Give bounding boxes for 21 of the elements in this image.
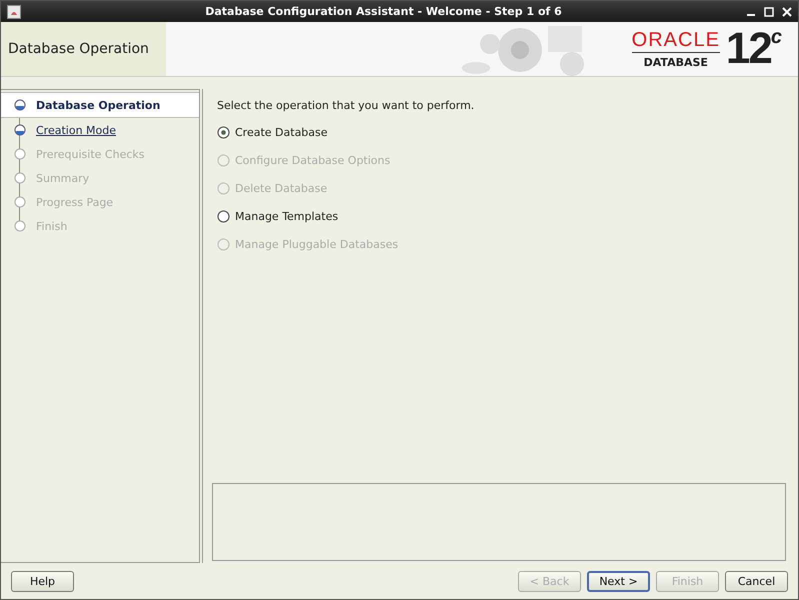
step-item[interactable]: Creation Mode: [36, 124, 116, 136]
prompt-text: Select the operation that you want to perform.: [217, 99, 476, 112]
step-item: Progress Page: [36, 196, 114, 208]
option-label[interactable]: Manage Templates: [235, 210, 338, 223]
option-label: Configure Database Options: [235, 154, 390, 167]
option-label[interactable]: Create Database: [235, 126, 328, 139]
radio-button[interactable]: [217, 210, 230, 223]
step-item: Summary: [36, 172, 90, 184]
radio-button[interactable]: [217, 126, 230, 139]
wizard-button[interactable]: Next >: [587, 570, 650, 592]
close-icon[interactable]: [782, 6, 792, 16]
step-item: Finish: [36, 220, 68, 232]
maximize-icon[interactable]: [764, 6, 774, 16]
help-button[interactable]: Help: [11, 570, 74, 592]
app-icon: [7, 4, 21, 18]
option-label: Manage Pluggable Databases: [235, 238, 398, 251]
option-label: Delete Database: [235, 182, 328, 195]
wizard-button[interactable]: Cancel: [725, 570, 788, 592]
page-title: Database Operation: [8, 41, 149, 57]
window-title: Database Configuration Assistant - Welcome - Step 1 of 6: [204, 5, 563, 18]
step-item: Prerequisite Checks: [36, 148, 144, 160]
